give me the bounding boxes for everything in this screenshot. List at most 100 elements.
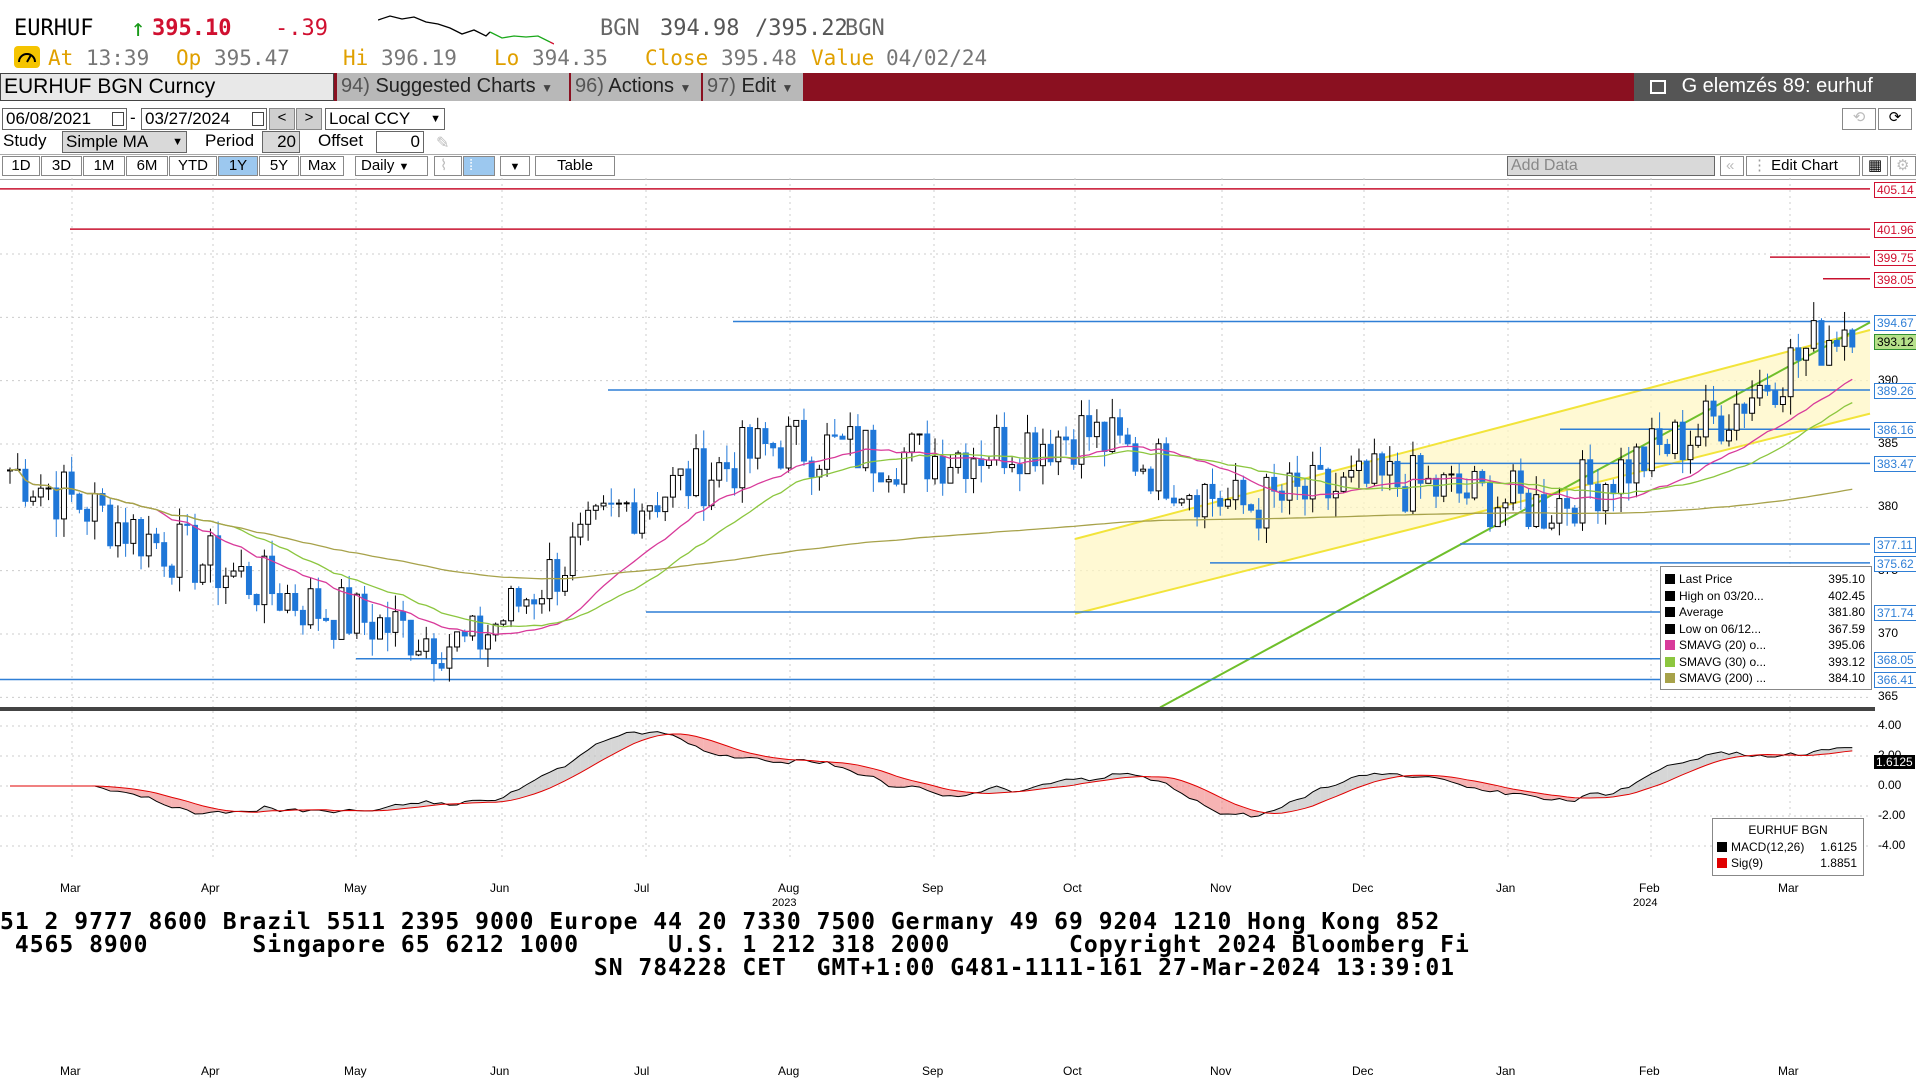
actions-menu[interactable]: 96) Actions ▼ — [571, 73, 701, 101]
range-1m-button[interactable]: 1M — [83, 156, 125, 176]
candle — [123, 523, 128, 544]
candle — [216, 536, 221, 588]
candle — [694, 449, 699, 496]
macd-chart[interactable] — [0, 711, 1916, 911]
chart-settings-button[interactable]: ▦ — [1862, 156, 1888, 176]
candle — [1850, 330, 1855, 347]
candle — [1110, 418, 1115, 452]
candle — [231, 571, 236, 576]
table-button[interactable]: Table — [535, 156, 615, 176]
price-chart[interactable] — [0, 178, 1916, 710]
calendar-icon — [252, 112, 264, 126]
candle — [1588, 460, 1593, 484]
offset-input[interactable]: 0 — [376, 131, 424, 153]
candle — [948, 467, 953, 483]
high-label: Hi — [343, 46, 368, 70]
gear-icon[interactable]: ⚙ — [1890, 156, 1916, 176]
start-date-field[interactable]: 06/08/2021 — [2, 108, 127, 130]
currency-select[interactable]: Local CCY ▼ — [325, 108, 445, 130]
candle — [763, 429, 768, 444]
add-data-input[interactable]: Add Data — [1507, 156, 1715, 176]
candle — [1549, 523, 1554, 528]
candle — [193, 525, 198, 582]
candle — [77, 494, 82, 509]
candle — [1696, 437, 1701, 445]
candle — [378, 618, 383, 639]
x-tick-label: Aug — [778, 1064, 799, 1078]
range-1y-button[interactable]: 1Y — [218, 156, 258, 176]
candle — [1410, 456, 1415, 512]
chart-type-dropdown[interactable]: ▼ — [500, 156, 530, 176]
last-price: 395.10 — [152, 16, 231, 41]
range-ytd-button[interactable]: YTD — [169, 156, 217, 176]
line-chart-button[interactable]: ⌇ — [434, 156, 462, 176]
open-label: Op — [176, 46, 201, 70]
edit-menu[interactable]: 97) Edit ▼ — [703, 73, 803, 101]
x-tick-label: Jun — [490, 1064, 509, 1078]
candle — [1804, 348, 1809, 360]
candle — [1757, 385, 1762, 398]
redo-button[interactable]: ⟳ — [1878, 108, 1912, 130]
legend-swatch — [1717, 858, 1727, 868]
candle — [1742, 404, 1747, 413]
candle — [1680, 422, 1685, 459]
candle — [308, 589, 313, 625]
candle — [1534, 495, 1539, 527]
security-field[interactable]: EURHUF BGN Curncy — [0, 73, 334, 101]
macd-fill — [1166, 777, 1174, 789]
study-select[interactable]: Simple MA ▼ — [62, 131, 187, 153]
net-change: -.39 — [275, 16, 328, 41]
candle — [1557, 499, 1562, 524]
end-date-field[interactable]: 03/27/2024 — [141, 108, 267, 130]
candle — [46, 488, 51, 489]
close-label: Close — [645, 46, 708, 70]
candle — [1765, 385, 1770, 391]
frequency-select[interactable]: Daily ▼ — [355, 156, 428, 176]
suggested-charts-menu[interactable]: 94) Suggested Charts ▼ — [337, 73, 569, 101]
undo-button[interactable]: ⟲ — [1842, 108, 1876, 130]
bar-chart-button[interactable]: ⁞ — [463, 156, 495, 176]
candle — [401, 612, 406, 621]
period-input[interactable]: 20 — [262, 131, 300, 153]
candle — [1179, 499, 1184, 503]
prev-period-button[interactable]: < — [269, 108, 295, 130]
edit-chart-button[interactable]: ⋮ Edit Chart — [1746, 156, 1860, 176]
range-max-button[interactable]: Max — [300, 156, 344, 176]
candle — [909, 434, 914, 452]
candle — [293, 593, 298, 610]
legend-swatch — [1717, 842, 1727, 852]
range-1d-button[interactable]: 1D — [2, 156, 40, 176]
collapse-button[interactable]: « — [1720, 156, 1744, 176]
launchpad-title[interactable]: G elemzés 89: eurhuf — [1634, 73, 1916, 101]
candle — [300, 610, 305, 624]
pencil-icon[interactable]: ✎ — [436, 133, 449, 152]
gauge-icon[interactable] — [14, 46, 40, 68]
legend-item: High on 03/20...402.45 — [1665, 588, 1867, 604]
candle — [1187, 496, 1192, 500]
range-3d-button[interactable]: 3D — [41, 156, 82, 176]
candle — [1048, 444, 1053, 461]
value-date: 04/02/24 — [886, 46, 987, 70]
next-period-button[interactable]: > — [296, 108, 322, 130]
legend-item: MACD(12,26)1.6125 — [1717, 839, 1859, 855]
candle — [532, 600, 537, 604]
candle — [539, 599, 544, 604]
legend-label: Last Price — [1679, 572, 1732, 586]
range-6m-button[interactable]: 6M — [126, 156, 168, 176]
candle — [1626, 460, 1631, 483]
chevron-right-icon: > — [305, 109, 314, 126]
range-5y-button[interactable]: 5Y — [259, 156, 299, 176]
candle — [956, 453, 961, 467]
macd-legend[interactable]: EURHUF BGN MACD(12,26)1.6125Sig(9)1.8851 — [1712, 818, 1864, 876]
candle — [609, 503, 614, 504]
candle — [1241, 480, 1246, 504]
candle — [1472, 471, 1477, 497]
signal-line — [10, 734, 1852, 813]
candle — [431, 639, 436, 664]
price-legend[interactable]: Last Price395.10High on 03/20...402.45Av… — [1660, 566, 1872, 690]
chevron-down-icon: ▼ — [430, 109, 441, 129]
candle — [655, 506, 660, 512]
candle — [1595, 484, 1600, 511]
candle — [154, 534, 159, 542]
candle — [1102, 422, 1107, 451]
